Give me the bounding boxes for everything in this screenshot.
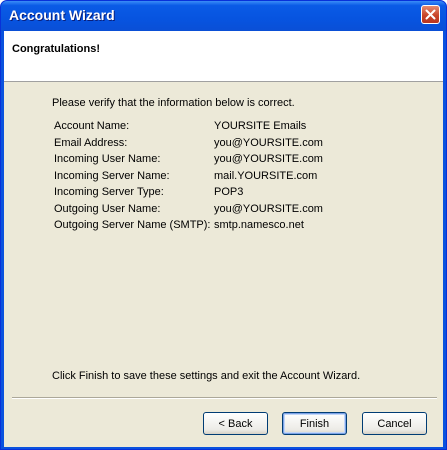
row-value: you@YOURSITE.com — [214, 153, 323, 165]
row-value: POP3 — [214, 186, 244, 198]
row-value: you@YOURSITE.com — [214, 202, 323, 215]
summary-row-outgoing-server-name: Outgoing Server Name (SMTP): smtp.namesc… — [54, 219, 424, 236]
summary-row-email-address: Email Address: you@YOURSITE.com — [54, 137, 424, 154]
row-label: Incoming User Name: — [54, 153, 161, 165]
account-wizard-window: Account Wizard Congratulations! Please v… — [0, 0, 447, 450]
row-label: Email Address: — [54, 136, 128, 149]
row-label: Outgoing Server Name (SMTP): — [54, 219, 211, 231]
close-button[interactable] — [421, 5, 440, 24]
finish-button[interactable]: Finish — [282, 412, 347, 435]
dialog-body: Congratulations! Please verify that the … — [4, 31, 443, 447]
summary-row-account-name: Account Name: YOURSITE Emails — [54, 120, 424, 137]
finish-instructions: Click Finish to save these settings and … — [52, 370, 361, 382]
row-value: YOURSITE Emails — [214, 120, 307, 132]
wizard-header: Congratulations! — [4, 31, 443, 82]
row-value: mail.YOURSITE.com — [214, 169, 318, 182]
close-icon — [425, 9, 436, 20]
window-title: Account Wizard — [9, 7, 115, 23]
row-label: Account Name: — [54, 120, 130, 132]
summary-row-incoming-user-name: Incoming User Name: you@YOURSITE.com — [54, 153, 424, 170]
summary-row-incoming-server-name: Incoming Server Name: mail.YOURSITE.com — [54, 170, 424, 187]
title-bar[interactable]: Account Wizard — [1, 1, 446, 31]
button-separator — [12, 397, 437, 399]
summary-row-incoming-server-type: Incoming Server Type: POP3 — [54, 186, 424, 203]
row-label: Incoming Server Type: — [54, 186, 164, 198]
row-value: smtp.namesco.net — [214, 219, 304, 231]
intro-text: Please verify that the information below… — [52, 97, 295, 109]
summary-row-outgoing-user-name: Outgoing User Name: you@YOURSITE.com — [54, 203, 424, 220]
back-button[interactable]: < Back — [203, 412, 268, 435]
page-heading: Congratulations! — [12, 43, 100, 55]
row-value: you@YOURSITE.com — [214, 136, 323, 149]
row-label: Incoming Server Name: — [54, 169, 170, 182]
account-summary: Account Name: YOURSITE Emails Email Addr… — [54, 120, 424, 236]
cancel-button[interactable]: Cancel — [362, 412, 427, 435]
row-label: Outgoing User Name: — [54, 202, 161, 215]
